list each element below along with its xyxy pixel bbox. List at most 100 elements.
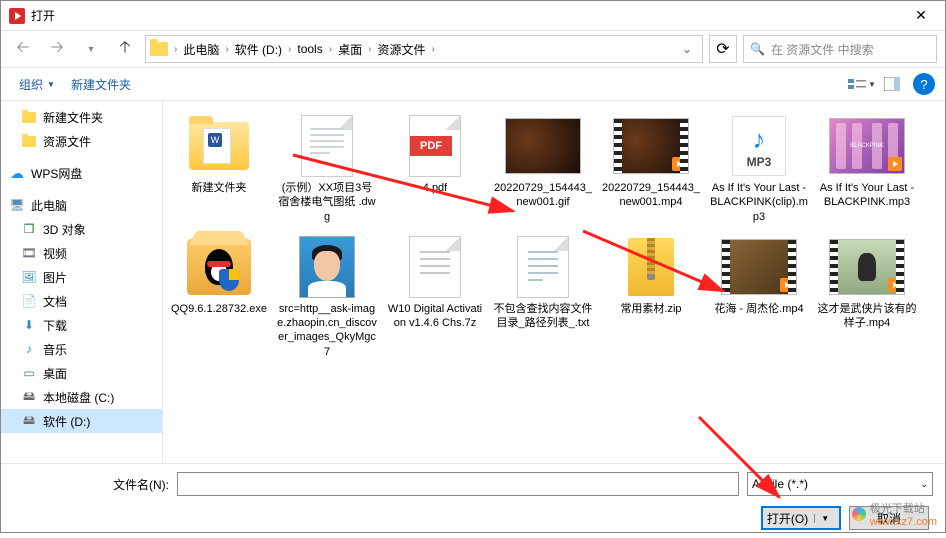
file-thumbnail: [503, 236, 583, 298]
file-item-7[interactable]: QQ9.6.1.28732.exe: [165, 230, 273, 365]
file-item-5[interactable]: ♪MP3As If It's Your Last - BLACKPINK(cli…: [705, 109, 813, 230]
open-button[interactable]: 打开(O) ▼: [761, 506, 841, 530]
file-thumbnail: ♪MP3: [719, 115, 799, 177]
crumb-0[interactable]: 此电脑: [179, 41, 223, 58]
sidebar-item-7[interactable]: 📄 文档: [1, 289, 162, 313]
dl-icon: ⬇: [21, 317, 37, 333]
file-label: QQ9.6.1.28732.exe: [171, 302, 267, 316]
music-icon: ♪: [21, 341, 37, 357]
open-dropdown-icon[interactable]: ▼: [814, 514, 835, 523]
file-label: 20220729_154443_new001.gif: [493, 181, 593, 210]
search-input[interactable]: 🔍 在 资源文件 中搜索: [743, 35, 937, 63]
file-item-4[interactable]: 20220729_154443_new001.mp4: [597, 109, 705, 230]
sidebar-item-11[interactable]: 🖴 本地磁盘 (C:): [1, 385, 162, 409]
sidebar-item-10[interactable]: ▭桌面: [1, 361, 162, 385]
folder-icon: [150, 42, 168, 56]
crumb-1[interactable]: 软件 (D:): [231, 41, 286, 58]
file-item-10[interactable]: 不包含查找内容文件目录_路径列表_.txt: [489, 230, 597, 365]
file-thumbnail: [395, 236, 475, 298]
breadcrumb[interactable]: › 此电脑 › 软件 (D:) › tools › 桌面 › 资源文件 › ⌄: [145, 35, 703, 63]
file-thumbnail: [611, 115, 691, 177]
file-item-2[interactable]: PDF4.pdf: [381, 109, 489, 230]
sidebar-item-5[interactable]: 🎞视频: [1, 241, 162, 265]
recent-dropdown[interactable]: ▼: [77, 35, 105, 63]
file-thumbnail: [287, 115, 367, 177]
drive-icon: 🖴: [21, 389, 37, 405]
sidebar-item-6[interactable]: 🖼 图片: [1, 265, 162, 289]
sidebar-item-label: WPS网盘: [31, 165, 82, 182]
3d-icon: ❒: [21, 221, 37, 237]
file-label: 常用素材.zip: [620, 302, 681, 316]
sidebar-item-3[interactable]: 🖥此电脑: [1, 193, 162, 217]
sidebar-item-0[interactable]: 新建文件夹: [1, 105, 162, 129]
forward-button[interactable]: 🡢: [43, 35, 71, 63]
pic-icon: 🖼: [21, 269, 37, 285]
chevron-down-icon[interactable]: ⌄: [682, 42, 692, 56]
filetype-select[interactable]: All file (*.*) ⌄: [747, 472, 933, 496]
organize-menu[interactable]: 组织▼: [11, 72, 63, 97]
up-button[interactable]: 🡡: [111, 35, 139, 63]
file-thumbnail: [827, 236, 907, 298]
close-button[interactable]: ✕: [905, 4, 937, 28]
doc-icon: 📄: [21, 293, 37, 309]
sidebar-item-8[interactable]: ⬇ 下载: [1, 313, 162, 337]
file-item-9[interactable]: W10 Digital Activation v1.4.6 Chs.7z: [381, 230, 489, 365]
sidebar-item-label: 文档: [43, 293, 67, 310]
file-thumbnail: BLACKPINK: [827, 115, 907, 177]
chevron-down-icon: ▼: [47, 80, 55, 89]
sidebar-item-label: 下载: [43, 317, 67, 334]
file-label: 20220729_154443_new001.mp4: [601, 181, 701, 210]
window-title: 打开: [31, 7, 905, 24]
file-item-1[interactable]: (示例）XX项目3号宿舍楼电气图纸 .dwg: [273, 109, 381, 230]
sidebar-item-label: 资源文件: [43, 133, 91, 150]
sidebar-item-label: 本地磁盘 (C:): [43, 389, 114, 406]
crumb-2[interactable]: tools: [293, 42, 326, 56]
dialog-body: 新建文件夹资源文件☁WPS网盘🖥此电脑❒3D 对象🎞视频🖼图片📄文档⬇下载♪音乐…: [1, 101, 945, 463]
sidebar-item-1[interactable]: 资源文件: [1, 129, 162, 153]
cancel-button[interactable]: 取消: [849, 506, 929, 530]
chevron-down-icon: ▼: [868, 80, 876, 89]
file-item-0[interactable]: 新建文件夹: [165, 109, 273, 230]
file-thumbnail: [179, 115, 259, 177]
chevron-right-icon: ›: [431, 44, 434, 55]
title-bar: 打开 ✕: [1, 1, 945, 31]
sidebar-item-12[interactable]: 🖴软件 (D:): [1, 409, 162, 433]
new-folder-button[interactable]: 新建文件夹: [63, 72, 139, 97]
file-label: 花海 - 周杰伦.mp4: [714, 302, 803, 316]
filename-input[interactable]: [177, 472, 739, 496]
sidebar-item-label: 此电脑: [31, 197, 67, 214]
file-item-11[interactable]: 常用素材.zip: [597, 230, 705, 365]
crumb-3[interactable]: 桌面: [334, 41, 366, 58]
sidebar-item-label: 新建文件夹: [43, 109, 103, 126]
file-item-13[interactable]: 这才是武侠片该有的样子.mp4: [813, 230, 921, 365]
file-thumbnail: [179, 236, 259, 298]
file-label: As If It's Your Last - BLACKPINK(clip).m…: [709, 181, 809, 224]
toolbar: 组织▼ 新建文件夹 ▼ ?: [1, 67, 945, 101]
file-label: (示例）XX项目3号宿舍楼电气图纸 .dwg: [277, 181, 377, 224]
file-label: 这才是武侠片该有的样子.mp4: [817, 302, 917, 331]
address-bar: 🡠 🡢 ▼ 🡡 › 此电脑 › 软件 (D:) › tools › 桌面 › 资…: [1, 31, 945, 67]
file-item-8[interactable]: src=http__ask-image.zhaopin.cn_discover_…: [273, 230, 381, 365]
sidebar-item-label: 3D 对象: [43, 221, 86, 238]
back-button[interactable]: 🡠: [9, 35, 37, 63]
view-options-button[interactable]: ▼: [847, 71, 877, 97]
chevron-right-icon: ›: [368, 44, 371, 55]
sidebar-item-label: 图片: [43, 269, 67, 286]
sidebar-item-2[interactable]: ☁WPS网盘: [1, 161, 162, 185]
sidebar-item-9[interactable]: ♪ 音乐: [1, 337, 162, 361]
file-item-6[interactable]: BLACKPINKAs If It's Your Last - BLACKPIN…: [813, 109, 921, 230]
file-thumbnail: [287, 236, 367, 298]
help-button[interactable]: ?: [913, 73, 935, 95]
file-item-12[interactable]: 花海 - 周杰伦.mp4: [705, 230, 813, 365]
sidebar-item-label: 音乐: [43, 341, 67, 358]
file-item-3[interactable]: 20220729_154443_new001.gif: [489, 109, 597, 230]
preview-pane-button[interactable]: [877, 71, 907, 97]
file-pane[interactable]: 新建文件夹(示例）XX项目3号宿舍楼电气图纸 .dwgPDF4.pdf20220…: [163, 101, 945, 463]
refresh-button[interactable]: ⟳: [709, 35, 737, 63]
sidebar: 新建文件夹资源文件 ☁WPS网盘 🖥此电脑 ❒ 3D 对象 🎞视频 🖼 图片 📄 文档 ⬇ 下载 ♪ 音乐…: [1, 101, 163, 463]
filename-label: 文件名(N):: [113, 476, 169, 493]
sidebar-item-label: 软件 (D:): [43, 413, 90, 430]
sidebar-item-4[interactable]: ❒ 3D 对象: [1, 217, 162, 241]
app-icon: [9, 8, 25, 24]
crumb-4[interactable]: 资源文件: [373, 41, 429, 58]
